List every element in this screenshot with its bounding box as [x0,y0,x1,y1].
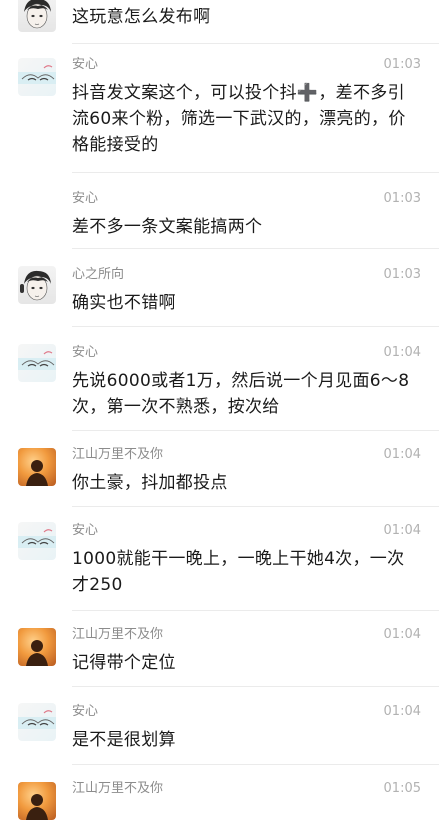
eye-sketch-avatar[interactable] [18,703,56,741]
chat-message: 安心 01:04 1000就能干一晚上，一晚上干她4次，一次才250 [0,522,439,606]
chat-message: 安心 01:04 是不是很划算 [0,703,439,763]
message-time: 01:04 [383,704,421,719]
message-divider [72,686,439,687]
message-text: 确实也不错啊 [72,293,176,313]
message-divider [72,172,439,173]
chat-message: 江山万里不及你 01:04 记得带个定位 [0,626,439,686]
chat-message: 江山万里不及你 01:04 你土豪，抖加都投点 [0,446,439,506]
chat-message: 安心 01:04 先说6000或者1万，然后说一个月见面6～8次，第一次不熟悉，… [0,344,439,428]
message-time: 01:04 [383,627,421,642]
message-time: 01:05 [383,781,421,796]
message-text: 是不是很划算 [72,730,176,750]
message-text: 这玩意怎么发布啊 [72,7,211,27]
chat-message: 安心 01:03 差不多一条文案能搞两个 [0,190,439,250]
chat-message: 这玩意怎么发布啊 [0,0,439,44]
message-time: 01:04 [383,345,421,360]
message-text: 1000就能干一晚上，一晚上干她4次，一次才250 [72,549,405,595]
eye-sketch-avatar[interactable] [18,58,56,96]
message-text: 你土豪，抖加都投点 [72,473,228,493]
message-text: 记得带个定位 [72,653,176,673]
message-divider [72,764,439,765]
message-time: 01:03 [383,191,421,206]
sunset-silhouette-avatar[interactable] [18,782,56,820]
chat-message: 江山万里不及你 01:05 [0,780,439,820]
message-divider [72,248,439,249]
boy-sketch-avatar[interactable] [18,0,56,32]
message-text: 先说6000或者1万，然后说一个月见面6～8次，第一次不熟悉，按次给 [72,371,410,417]
sunset-silhouette-avatar[interactable] [18,448,56,486]
message-divider [72,430,439,431]
message-divider [72,326,439,327]
chat-message: 心之所向 01:03 确实也不错啊 [0,266,439,326]
message-divider [72,43,439,44]
message-text: 差不多一条文案能搞两个 [72,217,263,237]
message-time: 01:04 [383,523,421,538]
message-divider [72,610,439,611]
sunset-silhouette-avatar[interactable] [18,628,56,666]
message-time: 01:03 [383,267,421,282]
boy-sketch-avatar[interactable] [18,266,56,304]
message-time: 01:04 [383,447,421,462]
message-divider [72,506,439,507]
message-text: 抖音发文案这个，可以投个抖➕，差不多引流60来个粉，筛选一下武汉的，漂亮的，价格… [72,83,406,155]
eye-sketch-avatar[interactable] [18,344,56,382]
chat-message: 安心 01:03 抖音发文案这个，可以投个抖➕，差不多引流60来个粉，筛选一下武… [0,56,439,168]
message-time: 01:03 [383,57,421,72]
eye-sketch-avatar[interactable] [18,522,56,560]
